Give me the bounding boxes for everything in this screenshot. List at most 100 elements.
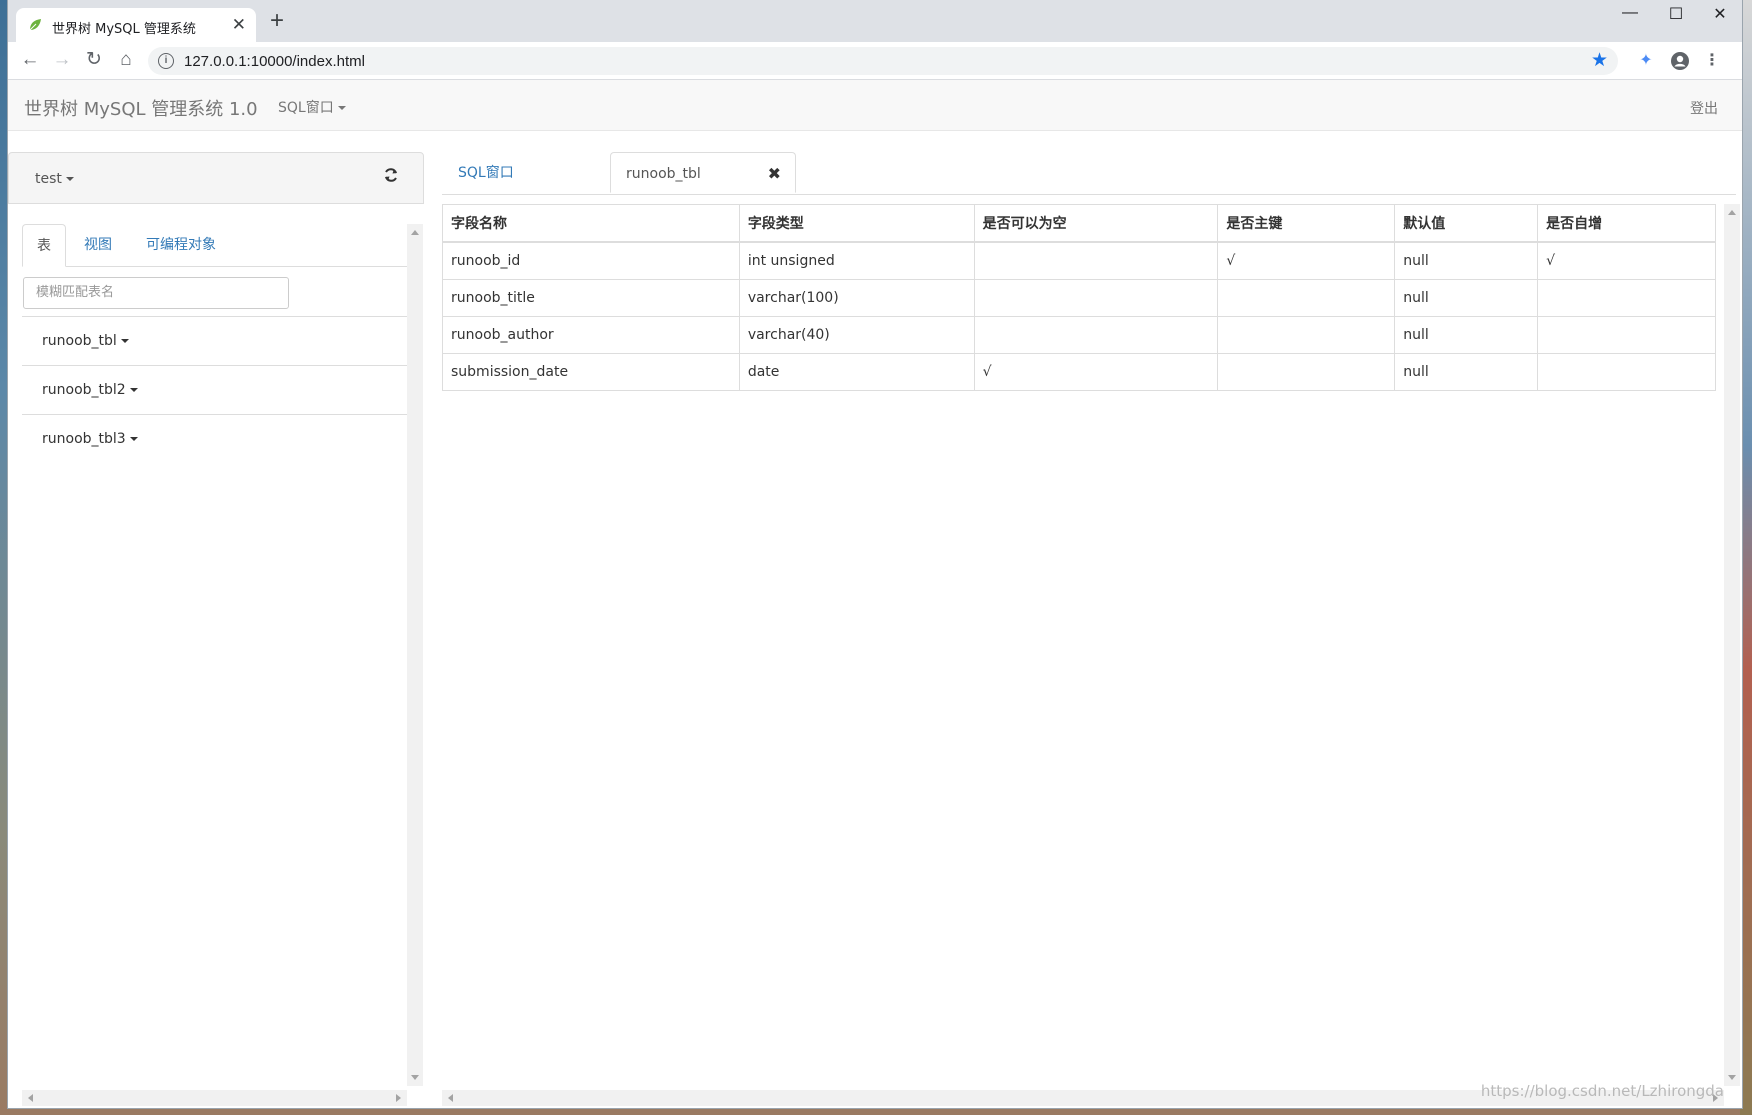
object-type-tabs: 表 视图 可编程对象 <box>22 224 407 267</box>
column-header: 字段名称 <box>442 204 740 243</box>
sql-window-label: SQL窗口 <box>278 100 334 116</box>
sql-window-dropdown[interactable]: SQL窗口 <box>278 97 346 117</box>
columns-table: 字段名称 字段类型 是否可以为空 是否主键 默认值 是否自增 runoob_id… <box>442 204 1716 391</box>
scroll-down-icon[interactable] <box>1728 1075 1736 1080</box>
tab-label: runoob_tbl <box>626 166 701 182</box>
table-cell <box>1217 316 1396 354</box>
app-navbar: 世界树 MySQL 管理系统 1.0 SQL窗口 登出 <box>8 80 1742 131</box>
sidebar-vertical-scrollbar[interactable] <box>407 224 423 1086</box>
caret-down-icon <box>65 177 74 181</box>
close-icon[interactable]: ✖ <box>768 153 781 195</box>
caret-down-icon <box>120 339 129 343</box>
url-text[interactable]: 127.0.0.1:10000/index.html <box>184 53 365 70</box>
database-dropdown[interactable]: test <box>35 171 74 187</box>
list-item[interactable]: runoob_tbl3 <box>22 414 407 463</box>
column-header: 默认值 <box>1394 204 1539 243</box>
tab-sql-window[interactable]: SQL窗口 <box>442 152 608 194</box>
table-name: runoob_tbl <box>42 333 117 349</box>
menu-kebab-icon[interactable]: ⋮ <box>1702 51 1722 71</box>
table-cell: submission_date <box>442 353 740 391</box>
browser-toolbar: ← → ↻ ⌂ i 127.0.0.1:10000/index.html ★ ✦… <box>8 42 1742 80</box>
close-icon[interactable]: ✕ <box>232 15 246 35</box>
table-cell <box>973 241 1219 280</box>
minimize-icon[interactable]: — <box>1608 4 1652 22</box>
address-bar[interactable]: i 127.0.0.1:10000/index.html ★ <box>148 47 1618 75</box>
table-cell: √ <box>1537 241 1716 280</box>
table-search-input[interactable]: 模糊匹配表名 <box>23 277 289 309</box>
caret-down-icon <box>129 437 138 441</box>
table-cell: null <box>1394 241 1539 280</box>
back-arrow-icon[interactable]: ← <box>18 48 42 72</box>
column-header: 字段类型 <box>738 204 975 243</box>
table-cell <box>1217 279 1396 317</box>
forward-arrow-icon[interactable]: → <box>50 48 74 72</box>
sidebar-body: 表 视图 可编程对象 模糊匹配表名 runoob_tbl runoob_tbl2… <box>8 224 407 1086</box>
table-cell: runoob_id <box>442 241 740 280</box>
extension-icon[interactable]: ✦ <box>1636 51 1656 71</box>
scroll-left-icon[interactable] <box>28 1094 33 1102</box>
table-cell: int unsigned <box>738 241 975 280</box>
scroll-down-icon[interactable] <box>411 1075 419 1080</box>
new-tab-button[interactable]: + <box>270 9 284 33</box>
table-structure-grid: 字段名称 字段类型 是否可以为空 是否主键 默认值 是否自增 runoob_id… <box>442 204 1732 1084</box>
info-icon[interactable]: i <box>158 53 174 69</box>
scroll-up-icon[interactable] <box>1728 210 1736 215</box>
table-name: runoob_tbl2 <box>42 382 126 398</box>
table-cell: null <box>1394 353 1539 391</box>
sidebar-horizontal-scrollbar[interactable] <box>22 1090 407 1106</box>
column-header: 是否主键 <box>1217 204 1396 243</box>
main-panel: SQL窗口 runoob_tbl ✖ 字段名称 字段类型 是否可以为空 是否主键… <box>428 152 1742 1108</box>
main-vertical-scrollbar[interactable] <box>1724 204 1740 1086</box>
main-tabs: SQL窗口 runoob_tbl ✖ <box>442 152 1736 195</box>
watermark-text: https://blog.csdn.net/Lzhirongda <box>1480 1082 1724 1100</box>
table-cell: null <box>1394 316 1539 354</box>
list-item[interactable]: runoob_tbl2 <box>22 365 407 414</box>
tab-runoob-tbl[interactable]: runoob_tbl ✖ <box>610 152 796 193</box>
table-header-row: 字段名称 字段类型 是否可以为空 是否主键 默认值 是否自增 <box>442 204 1716 243</box>
profile-icon[interactable] <box>1670 51 1690 71</box>
tab-views[interactable]: 视图 <box>70 224 126 266</box>
tab-tables[interactable]: 表 <box>22 224 66 267</box>
table-row[interactable]: runoob_title varchar(100) null <box>442 279 1716 317</box>
table-cell: √ <box>1217 241 1396 280</box>
table-cell: varchar(100) <box>738 279 975 317</box>
tab-programmable-objects[interactable]: 可编程对象 <box>132 224 230 266</box>
refresh-icon[interactable] <box>383 167 399 188</box>
reload-icon[interactable]: ↻ <box>82 48 106 72</box>
table-cell: varchar(40) <box>738 316 975 354</box>
window-close-icon[interactable]: ✕ <box>1698 4 1742 24</box>
table-cell <box>1217 353 1396 391</box>
table-cell <box>973 316 1219 354</box>
table-cell <box>1537 316 1716 354</box>
database-name: test <box>35 171 62 187</box>
bookmark-star-icon[interactable]: ★ <box>1591 49 1608 72</box>
logout-link[interactable]: 登出 <box>1690 98 1718 118</box>
list-item[interactable]: runoob_tbl <box>22 316 407 365</box>
column-header: 是否自增 <box>1537 204 1716 243</box>
table-cell: null <box>1394 279 1539 317</box>
table-row[interactable]: runoob_id int unsigned √ null √ <box>442 241 1716 280</box>
table-cell <box>1537 353 1716 391</box>
scroll-up-icon[interactable] <box>411 230 419 235</box>
table-cell <box>1537 279 1716 317</box>
table-cell <box>973 279 1219 317</box>
browser-window: 世界树 MySQL 管理系统 ✕ + — ☐ ✕ ← → ↻ ⌂ i 127.0… <box>8 0 1742 1108</box>
table-cell: runoob_title <box>442 279 740 317</box>
maximize-icon[interactable]: ☐ <box>1654 4 1698 24</box>
table-cell: runoob_author <box>442 316 740 354</box>
database-header: test <box>8 152 424 204</box>
leaf-icon <box>29 19 41 31</box>
browser-tab[interactable]: 世界树 MySQL 管理系统 ✕ <box>16 8 256 42</box>
sidebar: test 表 视图 可编程对象 模糊匹配表名 runoob_tbl runoob… <box>8 152 424 1108</box>
table-name: runoob_tbl3 <box>42 431 126 447</box>
home-icon[interactable]: ⌂ <box>114 48 138 72</box>
caret-down-icon <box>337 106 346 110</box>
table-row[interactable]: runoob_author varchar(40) null <box>442 316 1716 354</box>
table-cell: √ <box>973 353 1219 391</box>
table-cell: date <box>738 353 975 391</box>
table-list: runoob_tbl runoob_tbl2 runoob_tbl3 <box>22 316 407 463</box>
scroll-left-icon[interactable] <box>448 1094 453 1102</box>
app-brand[interactable]: 世界树 MySQL 管理系统 1.0 <box>24 95 258 121</box>
table-row[interactable]: submission_date date √ null <box>442 353 1716 391</box>
scroll-right-icon[interactable] <box>396 1094 401 1102</box>
